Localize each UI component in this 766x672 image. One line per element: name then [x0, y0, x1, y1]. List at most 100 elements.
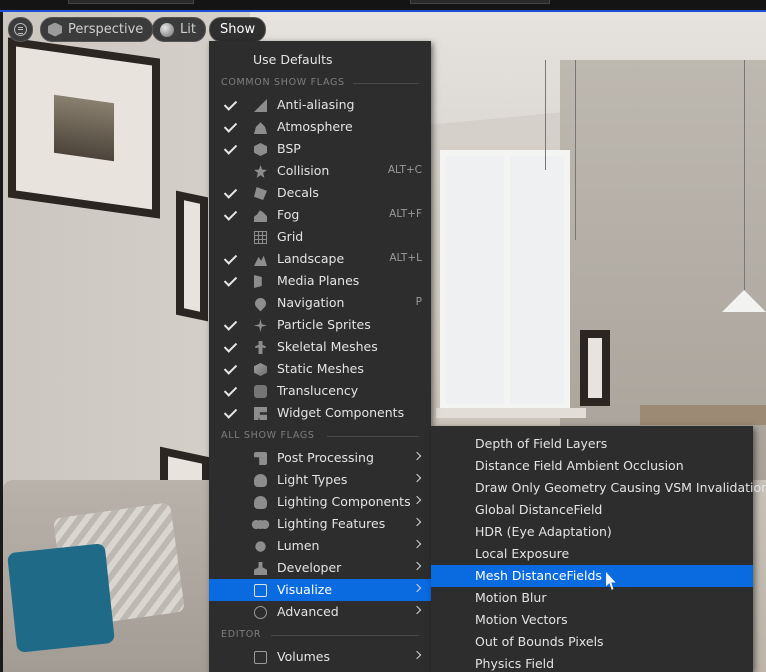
scene-shelf: [640, 405, 766, 425]
grid-icon: [254, 231, 267, 244]
check-icon: [224, 274, 238, 288]
menu-item-grid[interactable]: Grid: [209, 226, 431, 248]
perspective-button[interactable]: Perspective: [40, 17, 154, 42]
check-icon: [224, 186, 238, 200]
submenu-item-motion-blur[interactable]: Motion Blur: [431, 587, 753, 609]
submenu-item-physics-field[interactable]: Physics Field: [431, 653, 753, 672]
submenu-item-label: Global DistanceField: [475, 502, 603, 517]
check-icon: [224, 120, 238, 134]
submenu-item-label: Depth of Field Layers: [475, 436, 608, 451]
menu-item-label: BSP: [277, 141, 301, 156]
submenu-item-mesh-distancefields[interactable]: Mesh DistanceFields: [431, 565, 753, 587]
skeletal-meshes-icon: [255, 341, 266, 354]
toolbar-tab: [68, 0, 194, 4]
menu-item-label: Translucency: [277, 383, 359, 398]
menu-item-label: Static Meshes: [277, 361, 364, 376]
viewport-options-button[interactable]: [8, 17, 33, 42]
menu-item-label: Visualize: [277, 582, 333, 597]
menu-item-label: Light Types: [277, 472, 348, 487]
menu-item-lighting-features[interactable]: Lighting Features: [209, 513, 431, 535]
menu-item-atmosphere[interactable]: Atmosphere: [209, 116, 431, 138]
menu-item-volumes[interactable]: Volumes: [209, 646, 431, 668]
chevron-right-icon: [412, 583, 422, 593]
post-processing-icon: [254, 452, 267, 465]
chevron-right-icon: [412, 517, 422, 527]
submenu-item-hdr-eye-adaptation[interactable]: HDR (Eye Adaptation): [431, 521, 753, 543]
section-header-common: COMMON SHOW FLAGS: [221, 77, 421, 88]
scene-lamp-cord: [575, 60, 576, 240]
show-label: Show: [220, 22, 256, 37]
chevron-right-icon: [412, 539, 422, 549]
submenu-item-global-distancefield[interactable]: Global DistanceField: [431, 499, 753, 521]
shortcut-label: ALT+L: [389, 252, 422, 264]
menu-item-post-processing[interactable]: Post Processing: [209, 447, 431, 469]
submenu-item-label: Distance Field Ambient Occlusion: [475, 458, 684, 473]
submenu-item-label: Local Exposure: [475, 546, 570, 561]
toolbar-tab: [410, 0, 550, 4]
scene-picture-frame: [8, 37, 160, 219]
menu-item-use-defaults[interactable]: Use Defaults: [209, 49, 431, 71]
submenu-item-vsm-invalidation[interactable]: Draw Only Geometry Causing VSM Invalidat…: [431, 477, 766, 499]
menu-item-landscape[interactable]: Landscape ALT+L: [209, 248, 431, 270]
scene-window: [436, 150, 586, 418]
menu-item-static-meshes[interactable]: Static Meshes: [209, 358, 431, 380]
menu-item-label: Landscape: [277, 251, 345, 266]
scene-pillow: [7, 543, 115, 653]
check-icon: [224, 340, 238, 354]
lumen-icon: [255, 541, 266, 552]
submenu-item-motion-vectors[interactable]: Motion Vectors: [431, 609, 753, 631]
lighting-features-icon: [255, 519, 266, 530]
menu-item-advanced[interactable]: Advanced: [209, 601, 431, 623]
visualize-icon: [254, 584, 267, 597]
submenu-item-depth-of-field-layers[interactable]: Depth of Field Layers: [431, 433, 753, 455]
menu-item-lighting-components[interactable]: Lighting Components: [209, 491, 431, 513]
menu-item-particle-sprites[interactable]: Particle Sprites: [209, 314, 431, 336]
menu-item-label: Lighting Components: [277, 494, 411, 509]
menu-item-visualize[interactable]: Visualize: [209, 579, 431, 601]
submenu-item-label: Out of Bounds Pixels: [475, 634, 604, 649]
section-header-editor: EDITOR: [221, 629, 421, 640]
atmosphere-icon: [254, 122, 267, 134]
menu-item-translucency[interactable]: Translucency: [209, 380, 431, 402]
check-icon: [224, 406, 238, 420]
menu-item-decals[interactable]: Decals: [209, 182, 431, 204]
menu-item-label: Lighting Features: [277, 516, 386, 531]
menu-item-light-types[interactable]: Light Types: [209, 469, 431, 491]
menu-item-media-planes[interactable]: Media Planes: [209, 270, 431, 292]
lit-button[interactable]: Lit: [152, 17, 206, 42]
check-icon: [224, 142, 238, 156]
menu-item-bsp[interactable]: BSP: [209, 138, 431, 160]
chevron-right-icon: [412, 451, 422, 461]
menu-item-label: Widget Components: [277, 405, 405, 420]
translucency-icon: [254, 385, 267, 398]
menu-item-label: Skeletal Meshes: [277, 339, 378, 354]
widget-components-icon: [254, 407, 267, 420]
media-planes-icon: [254, 275, 262, 288]
menu-item-widget-components[interactable]: Widget Components: [209, 402, 431, 424]
menu-item-lumen[interactable]: Lumen: [209, 535, 431, 557]
lit-label: Lit: [180, 22, 196, 37]
shortcut-label: ALT+F: [389, 208, 422, 220]
submenu-item-label: Motion Vectors: [475, 612, 568, 627]
submenu-item-out-of-bounds-pixels[interactable]: Out of Bounds Pixels: [431, 631, 753, 653]
viewport-top-strip: [0, 0, 766, 12]
submenu-item-label: HDR (Eye Adaptation): [475, 524, 612, 539]
submenu-item-distance-field-ao[interactable]: Distance Field Ambient Occlusion: [431, 455, 753, 477]
chevron-right-icon: [412, 473, 422, 483]
particle-sprites-icon: [254, 319, 267, 332]
volumes-icon: [254, 651, 267, 664]
menu-item-label: Fog: [277, 207, 300, 222]
menu-item-collision[interactable]: Collision ALT+C: [209, 160, 431, 182]
menu-item-navigation[interactable]: Navigation P: [209, 292, 431, 314]
cube-icon: [48, 22, 62, 37]
menu-item-fog[interactable]: Fog ALT+F: [209, 204, 431, 226]
submenu-item-label: Physics Field: [475, 656, 555, 671]
show-button[interactable]: Show: [209, 17, 267, 42]
menu-item-anti-aliasing[interactable]: Anti-aliasing: [209, 94, 431, 116]
submenu-item-local-exposure[interactable]: Local Exposure: [431, 543, 753, 565]
scene-picture-frame: [580, 330, 610, 406]
check-icon: [224, 208, 238, 222]
menu-item-developer[interactable]: Developer: [209, 557, 431, 579]
menu-item-label: Advanced: [277, 604, 339, 619]
menu-item-skeletal-meshes[interactable]: Skeletal Meshes: [209, 336, 431, 358]
